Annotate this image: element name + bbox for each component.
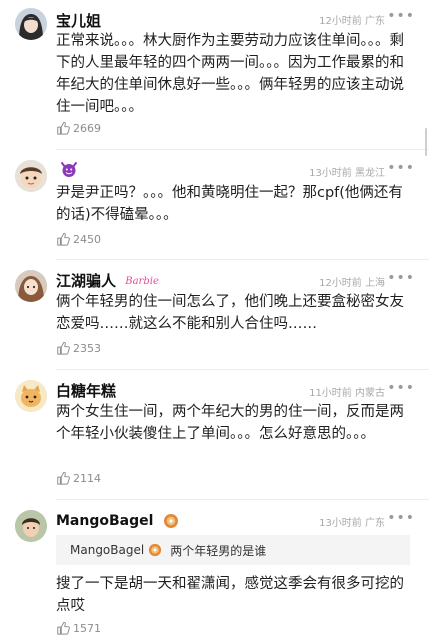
child-portrait-avatar[interactable] (15, 510, 47, 542)
girl-portrait-avatar[interactable] (15, 8, 47, 40)
like-count: 2353 (73, 341, 101, 355)
thumbs-up-icon (57, 341, 70, 355)
like-count: 1571 (73, 621, 101, 635)
devil-emoji-icon (61, 161, 77, 177)
more-options-button[interactable]: ••• (387, 510, 415, 526)
thumbs-up-icon (57, 621, 70, 635)
comment-item: 白糖年糕 11小时前 内蒙古 ••• 两个女生住一间，两个年纪大的男的住一间，反… (0, 370, 429, 500)
like-button[interactable]: 2114 (56, 471, 101, 485)
comment-location: 黑龙江 (355, 168, 385, 179)
comment-meta: 13小时前 广东 (319, 514, 385, 529)
comment-time: 12小时前 (319, 278, 362, 289)
comment-meta: 11小时前 内蒙古 (309, 384, 385, 399)
author-name[interactable]: 宝儿姐 (56, 10, 101, 31)
comment-text: 两个女生住一间，两个年纪大的男的住一间，反而是两个年轻小伙装傻住上了单间。。。怎… (56, 404, 404, 442)
more-options-button[interactable]: ••• (387, 380, 415, 396)
comment-meta: 12小时前 上海 (319, 274, 385, 289)
comment-item: 宝儿姐 12小时前 广东 ••• 正常来说。。。林大厨作为主要劳动力应该住单间。… (0, 0, 429, 150)
barbie-badge-icon: Barbie (125, 276, 159, 287)
bagel-emoji-icon (163, 513, 178, 528)
comment-item: 13小时前 黑龙江 ••• 尹是尹正吗？。。。他和黄晓明住一起？那cpf(他俩还… (0, 150, 429, 260)
comment-location: 广东 (365, 518, 385, 529)
like-count: 2669 (73, 121, 101, 135)
comment-location: 内蒙古 (355, 388, 385, 399)
thumbs-up-icon (57, 471, 70, 485)
quoted-reply[interactable]: MangoBagel 两个年轻男的是谁 (56, 535, 410, 565)
comment-meta: 13小时前 黑龙江 (309, 164, 385, 179)
comment-text: 俩个年轻男的住一间怎么了，他们晚上还要盒秘密女友恋爱吗……就这么不能和别人合住吗… (56, 294, 404, 332)
author-name[interactable]: MangoBagel (56, 511, 179, 529)
like-button[interactable]: 2353 (56, 341, 101, 355)
comment-location: 上海 (365, 278, 385, 289)
reply-author: MangoBagel (70, 543, 145, 557)
comment-time: 13小时前 (309, 168, 352, 179)
like-button[interactable]: 2669 (56, 121, 101, 135)
comment-text: 正常来说。。。林大厨作为主要劳动力应该住单间。。。剩下的人里最年轻的四个两两一间… (56, 33, 404, 115)
doll-avatar[interactable] (15, 270, 47, 302)
like-button[interactable]: 2450 (56, 232, 101, 246)
more-options-button[interactable]: ••• (387, 270, 415, 286)
comment-meta: 12小时前 广东 (319, 12, 385, 27)
thumbs-up-icon (57, 121, 70, 135)
comment-item: 江湖骗人 Barbie 12小时前 上海 ••• 俩个年轻男的住一间怎么了，他们… (0, 260, 429, 370)
comment-text: 搜了一下是胡一天和翟潇闻，感觉这季会有很多可挖的点哎 (56, 576, 404, 614)
author-name[interactable]: 白糖年糕 (56, 380, 116, 401)
comment-time: 13小时前 (319, 518, 362, 529)
comment-location: 广东 (365, 16, 385, 27)
like-count: 2450 (73, 232, 101, 246)
comment-time: 12小时前 (319, 16, 362, 27)
reply-text: 两个年轻男的是谁 (170, 543, 267, 558)
bagel-emoji-icon (149, 543, 162, 557)
cartoon-face-avatar[interactable] (15, 160, 47, 192)
more-options-button[interactable]: ••• (387, 8, 415, 24)
like-button[interactable]: 1571 (56, 621, 101, 635)
comment-item: MangoBagel 13小时前 广东 ••• MangoBagel 两个年轻男… (0, 500, 429, 640)
author-name[interactable]: 江湖骗人 Barbie (56, 270, 159, 291)
author-name[interactable] (56, 159, 78, 177)
cat-avatar[interactable] (15, 380, 47, 412)
more-options-button[interactable]: ••• (387, 160, 415, 176)
thumbs-up-icon (57, 232, 70, 246)
like-count: 2114 (73, 471, 101, 485)
comment-text: 尹是尹正吗？。。。他和黄晓明住一起？那cpf(他俩还有的话)不得磕晕。。。 (56, 185, 403, 223)
comment-time: 11小时前 (309, 388, 352, 399)
